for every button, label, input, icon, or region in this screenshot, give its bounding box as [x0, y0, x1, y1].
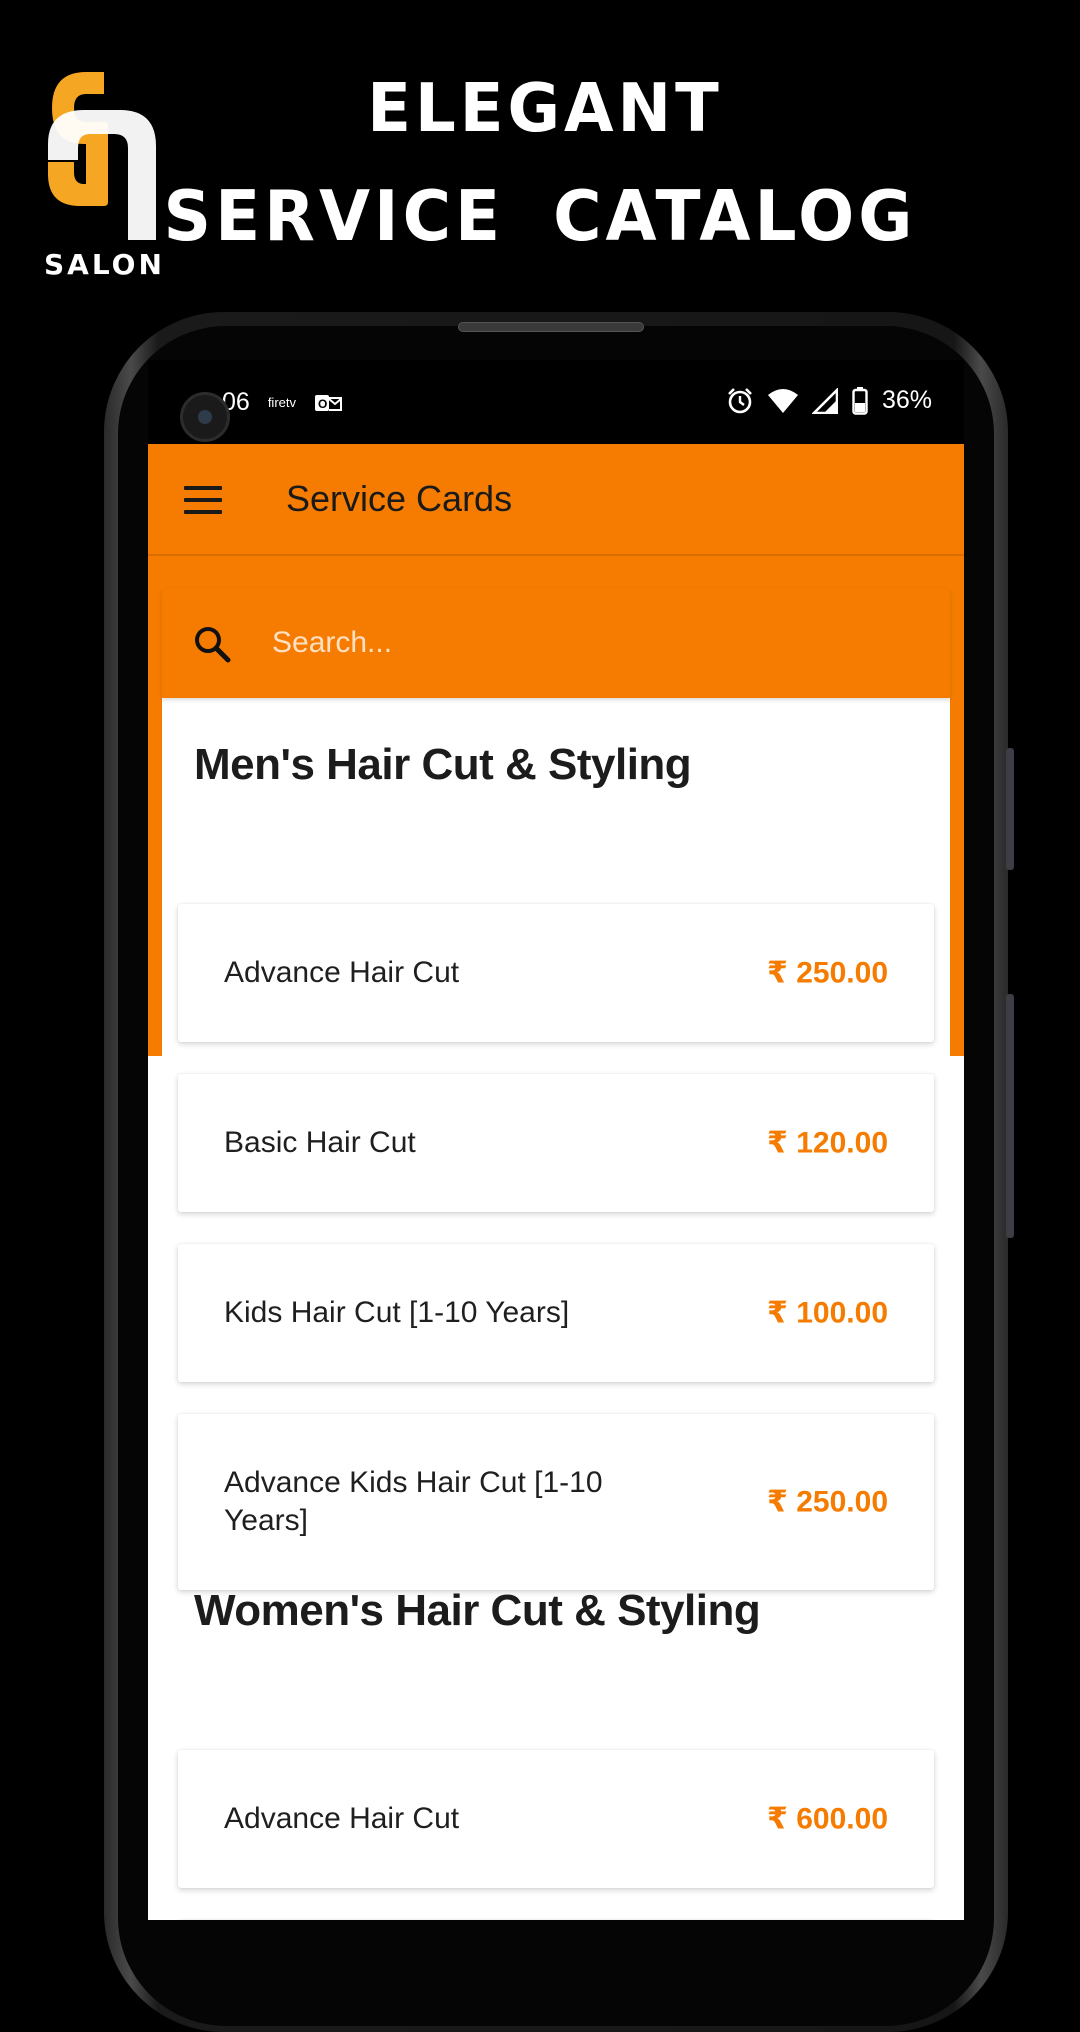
battery-percent: 36%	[881, 386, 932, 414]
front-camera	[180, 392, 230, 442]
outlook-icon: O	[314, 394, 342, 411]
service-price: ₹ 120.00	[767, 1126, 888, 1160]
service-price: ₹ 600.00	[767, 1802, 888, 1836]
service-list[interactable]: Men's Hair Cut & Styling Advance Hair Cu…	[148, 556, 964, 1920]
phone-screen: 06 fire​tv O	[148, 360, 964, 1920]
power-button	[1006, 994, 1014, 1238]
service-price: ₹ 100.00	[767, 1296, 888, 1330]
search-bar	[162, 588, 950, 698]
service-name: Kids Hair Cut [1-10 Years]	[224, 1296, 570, 1329]
app-title: Service Cards	[286, 478, 513, 519]
service-price: ₹ 250.00	[767, 956, 888, 990]
status-bar: 06 fire​tv O	[148, 360, 964, 444]
service-card[interactable]: Basic Hair Cut ₹ 120.00	[178, 1074, 934, 1212]
service-name: Advance Hair Cut	[224, 1802, 460, 1835]
section-title-womens: Women's Hair Cut & Styling	[194, 1586, 761, 1635]
service-name: Advance Hair Cut	[224, 956, 460, 989]
svg-text:O: O	[318, 397, 327, 411]
service-name: Advance Kids Hair Cut [1-10 Years]	[224, 1466, 603, 1537]
alarm-icon	[728, 387, 752, 413]
app-bar: Service Cards	[148, 444, 964, 556]
service-card[interactable]: Advance Hair Cut ₹ 600.00	[178, 1750, 934, 1888]
service-card[interactable]: Kids Hair Cut [1-10 Years] ₹ 100.00	[178, 1244, 934, 1382]
earpiece-speaker	[458, 322, 644, 332]
section-title-mens: Men's Hair Cut & Styling	[194, 740, 692, 789]
service-name: Basic Hair Cut	[224, 1126, 416, 1159]
service-card[interactable]: Advance Kids Hair Cut [1-10 Years] ₹ 250…	[178, 1414, 934, 1590]
signal-icon	[811, 387, 838, 414]
wifi-icon	[767, 388, 798, 413]
firetv-icon: fire​tv	[267, 395, 296, 410]
promo-headline-1: ELEGANT	[367, 70, 723, 148]
promo-headline-2: SERVICE CATALOG	[163, 176, 917, 257]
service-card[interactable]: Advance Hair Cut ₹ 250.00	[178, 904, 934, 1042]
search-icon[interactable]	[192, 624, 232, 664]
search-input[interactable]	[270, 614, 910, 672]
volume-button	[1006, 748, 1014, 870]
service-price: ₹ 250.00	[767, 1485, 888, 1519]
battery-icon	[852, 386, 868, 415]
menu-icon[interactable]	[184, 486, 222, 514]
